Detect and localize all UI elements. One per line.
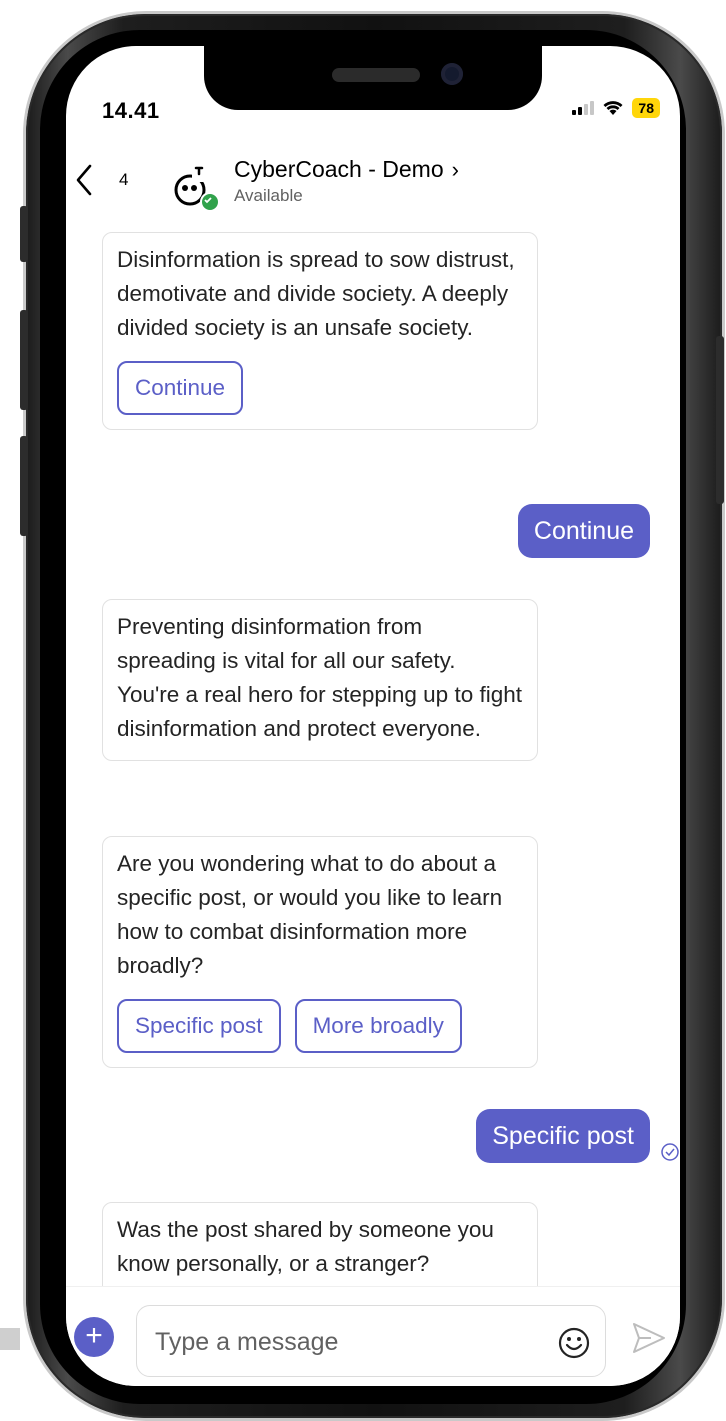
chevron-right-icon: › [451,156,459,182]
presence-dot [200,192,220,212]
emoji-icon[interactable] [557,1326,591,1360]
message-text: Disinformation is spread to sow distrust… [117,247,515,340]
specific-post-button[interactable]: Specific post [117,999,281,1053]
power-button [716,336,724,504]
message-text: Was the post shared by someone you know … [117,1217,494,1276]
continue-button[interactable]: Continue [117,361,244,415]
signal-icon [572,101,595,115]
read-receipt-icon [661,1143,679,1161]
bot-message: Was the post shared by someone you know … [102,1202,538,1296]
user-message: Continue [517,504,650,558]
more-broadly-button[interactable]: More broadly [294,999,462,1053]
volume-down-button [20,436,28,536]
message-input[interactable] [153,1322,537,1362]
notch [204,46,542,110]
bot-message: Preventing disinformation from spreading… [102,599,538,761]
battery-indicator: 78 [632,98,660,118]
action-row: Continue [117,361,523,415]
device-stand [0,1328,20,1350]
wifi-icon [603,101,623,115]
send-icon[interactable] [631,1321,667,1355]
chat-header: 4 CyberCoach - Demo › Available [66,142,680,216]
chevron-left-icon[interactable] [70,160,100,200]
front-camera [441,63,463,85]
chat-title: CyberCoach - Demo [234,156,444,182]
action-row: Specific post More broadly [117,999,523,1053]
compose-bar: + [66,1286,680,1386]
volume-up-button [20,310,28,410]
speaker-grille [332,68,420,82]
chat-title-link[interactable]: CyberCoach - Demo › [234,156,459,183]
bot-message: Disinformation is spread to sow distrust… [102,232,538,430]
message-text: Are you wondering what to do about a spe… [117,851,503,978]
mute-switch [20,206,28,262]
bot-message: Are you wondering what to do about a spe… [102,836,538,1068]
unread-count[interactable]: 4 [119,170,128,190]
user-message: Specific post [476,1109,650,1163]
presence-status: Available [234,186,303,205]
phone-screen: 14.41 78 4 CyberCoach - Demo › Available… [66,46,680,1386]
message-text: Preventing disinformation from spreading… [117,614,522,741]
add-attachment-button[interactable]: + [74,1317,114,1357]
status-icons: 78 [572,98,660,118]
message-input-box [136,1305,606,1377]
status-time: 14.41 [102,98,160,123]
